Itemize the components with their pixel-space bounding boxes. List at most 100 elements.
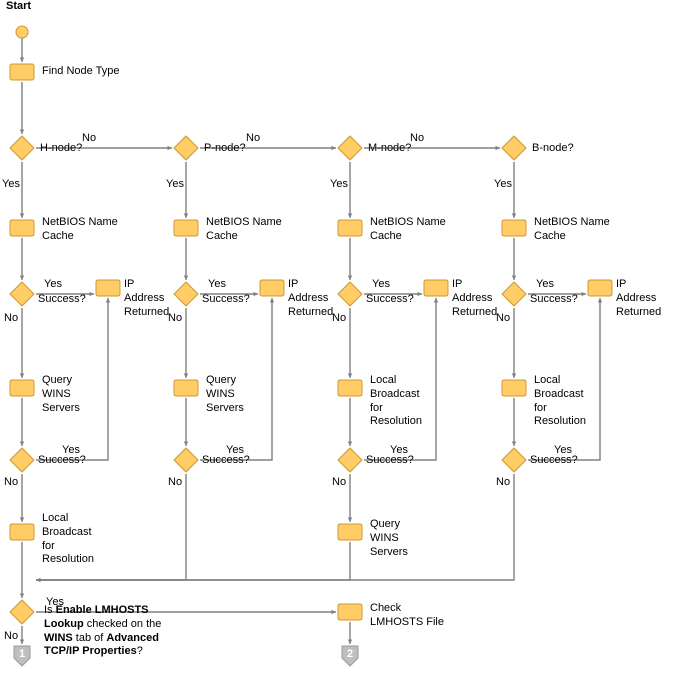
midstep-label-1: Query WINS Servers <box>206 374 286 415</box>
arrow-nodeyes-1-head <box>184 213 188 218</box>
find-node-type-label: Find Node Type <box>42 65 119 79</box>
arrow-h-no-head <box>20 517 24 522</box>
success2-0 <box>10 448 34 472</box>
edge-yes-lmhq: Yes <box>46 596 64 610</box>
check-lmhosts-label: Check LMHOSTS File <box>370 602 460 630</box>
nbt-cache-1 <box>174 220 198 236</box>
arrow-succ1-no-1-head <box>184 373 188 378</box>
edge-no-lmhq: No <box>4 630 18 644</box>
arrow-h-to-lmhq-head <box>20 593 24 598</box>
arrow-nodeno-1-head <box>331 146 336 150</box>
node-decision-0 <box>10 136 34 160</box>
arrow-cache-succ-3-head <box>512 275 516 280</box>
arrow-start-head <box>20 57 24 62</box>
ip-returned-label-3: IP Address Returned <box>616 278 676 319</box>
arrow-succ2-yes-1-head <box>270 298 274 303</box>
edge-yes-succ1-1: Yes <box>208 278 226 292</box>
edge-no-succ2-3: No <box>496 476 510 490</box>
node-decision-label-1: P-node? <box>204 142 246 156</box>
edge-yes-succ2-3: Yes <box>554 444 572 458</box>
edge-no-succ1-2: No <box>332 312 346 326</box>
arrow-succ2-yes-2-head <box>434 298 438 303</box>
ip-returned-1 <box>260 280 284 296</box>
arrow-succ1-yes-0-head <box>89 292 94 296</box>
arrow-succ2-yes-0-head <box>106 298 110 303</box>
edge-yes-node-0: Yes <box>2 178 20 192</box>
midstep-2 <box>338 380 362 396</box>
check-lmhosts <box>338 604 362 620</box>
find-node-type <box>10 64 34 80</box>
m-query-wins <box>338 524 362 540</box>
midstep-label-0: Query WINS Servers <box>42 374 122 415</box>
ip-returned-0 <box>96 280 120 296</box>
connector-2-label: 2 <box>347 648 353 660</box>
edge-yes-succ2-2: Yes <box>390 444 408 458</box>
arrow-succ1-no-3-head <box>512 373 516 378</box>
arrow-succ1-no-2-head <box>348 373 352 378</box>
success2-2 <box>338 448 362 472</box>
ip-returned-3 <box>588 280 612 296</box>
edge-no-succ2-0: No <box>4 476 18 490</box>
connector-1-label: 1 <box>19 648 25 660</box>
edge-no-node-1: No <box>246 132 260 146</box>
edge-yes-succ2-1: Yes <box>226 444 244 458</box>
success2-3 <box>502 448 526 472</box>
success2-1 <box>174 448 198 472</box>
arrow-mid-succ2-2-head <box>348 441 352 446</box>
arrow-nodeyes-2-head <box>348 213 352 218</box>
arrow-cache-succ-0-head <box>20 275 24 280</box>
nbt-cache-3 <box>502 220 526 236</box>
arrow-succ1-yes-1-head <box>253 292 258 296</box>
ip-returned-2 <box>424 280 448 296</box>
lmhosts-decision <box>10 600 34 624</box>
arrow-nodeno-2-head <box>495 146 500 150</box>
nbt-cache-0 <box>10 220 34 236</box>
lmhosts-decision-label: Is Enable LMHOSTSLookup checked on theWI… <box>44 604 194 659</box>
arrow-succ1-no-0-head <box>20 373 24 378</box>
midstep-0 <box>10 380 34 396</box>
start-label: Start <box>6 0 31 14</box>
h-local-broadcast <box>10 524 34 540</box>
nbt-cache-label-0: NetBIOS Name Cache <box>42 216 132 244</box>
edge-yes-node-3: Yes <box>494 178 512 192</box>
arrow-nodeyes-3-head <box>512 213 516 218</box>
success1-label-0: Success? <box>38 293 86 307</box>
midstep-label-3: Local Broadcast for Resolution <box>534 374 614 429</box>
midstep-1 <box>174 380 198 396</box>
midstep-label-2: Local Broadcast for Resolution <box>370 374 450 429</box>
edge-no-succ2-2: No <box>332 476 346 490</box>
arrow-b-no-head <box>36 578 41 582</box>
nbt-cache-label-1: NetBIOS Name Cache <box>206 216 296 244</box>
edge-yes-succ1-2: Yes <box>372 278 390 292</box>
edge-no-node-0: No <box>82 132 96 146</box>
edge-yes-node-1: Yes <box>166 178 184 192</box>
edge-yes-succ2-0: Yes <box>62 444 80 458</box>
arrow-cache-succ-1-head <box>184 275 188 280</box>
success1-0 <box>10 282 34 306</box>
arrow-mid-succ2-1-head <box>184 441 188 446</box>
arrow-lmhq-no-head <box>20 639 24 644</box>
edge-yes-succ1-3: Yes <box>536 278 554 292</box>
success1-label-2: Success? <box>366 293 414 307</box>
edge-no-succ1-0: No <box>4 312 18 326</box>
arrow-find-to-h-head <box>20 129 24 134</box>
arrow-succ1-yes-2-head <box>417 292 422 296</box>
arrow-m-no-head <box>348 517 352 522</box>
node-decision-2 <box>338 136 362 160</box>
arrow-lmhq-yes-head <box>331 610 336 614</box>
edge-yes-node-2: Yes <box>330 178 348 192</box>
nbt-cache-label-2: NetBIOS Name Cache <box>370 216 460 244</box>
edge-no-succ1-3: No <box>496 312 510 326</box>
h-local-broadcast-label: Local Broadcast for Resolution <box>42 512 122 567</box>
success1-label-1: Success? <box>202 293 250 307</box>
nbt-cache-2 <box>338 220 362 236</box>
node-decision-3 <box>502 136 526 160</box>
nbt-cache-label-3: NetBIOS Name Cache <box>534 216 624 244</box>
edge-yes-succ1-0: Yes <box>44 278 62 292</box>
arrow-mid-succ2-0-head <box>20 441 24 446</box>
arrow-check-conn-head <box>348 639 352 644</box>
node-decision-1 <box>174 136 198 160</box>
arrow-succ1-yes-3-head <box>581 292 586 296</box>
edge-no-succ2-1: No <box>168 476 182 490</box>
start-node <box>16 26 28 38</box>
